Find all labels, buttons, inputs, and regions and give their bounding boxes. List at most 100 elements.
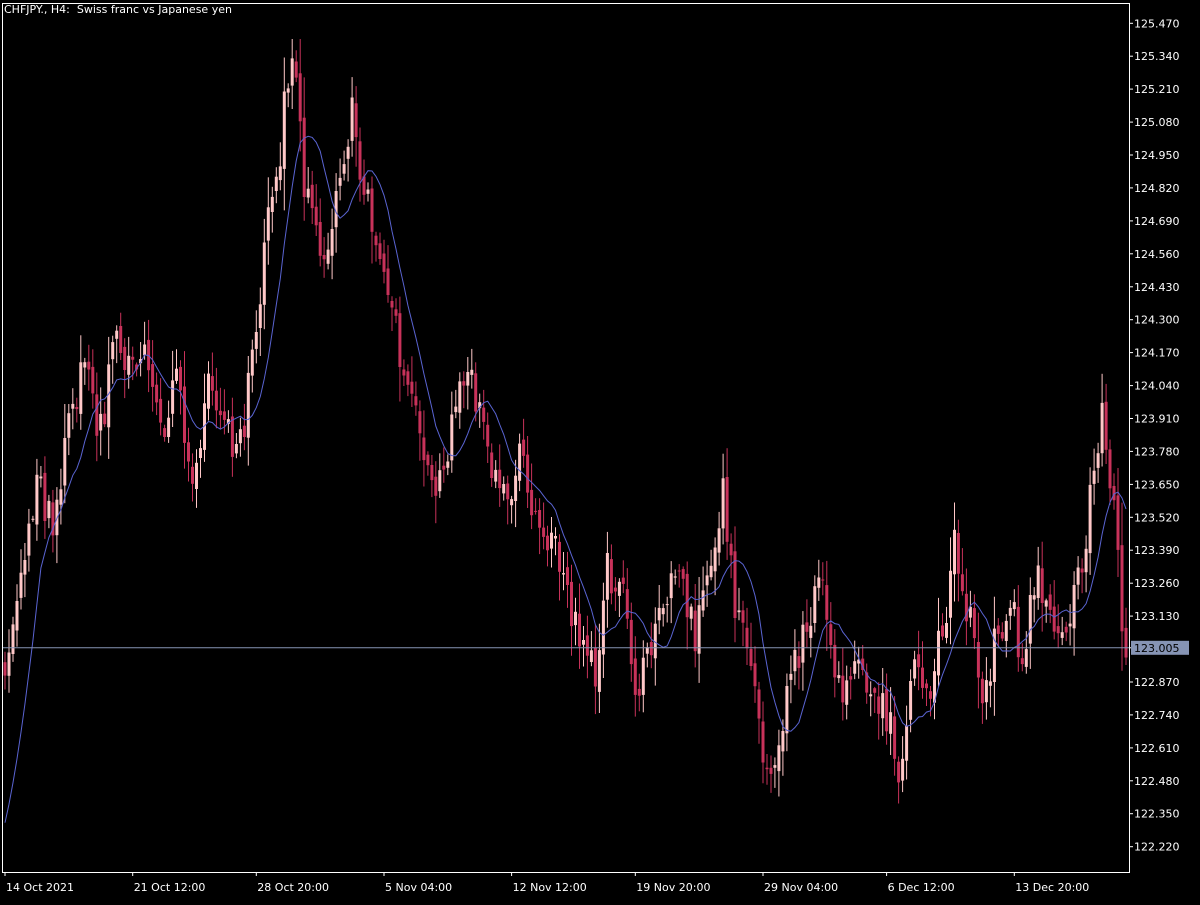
- candle[interactable]: [127, 336, 131, 389]
- candle[interactable]: [949, 537, 952, 645]
- candle[interactable]: [976, 612, 980, 709]
- candle[interactable]: [402, 359, 406, 386]
- candle[interactable]: [282, 57, 286, 211]
- candle[interactable]: [1116, 468, 1120, 577]
- candle[interactable]: [187, 427, 190, 482]
- candle[interactable]: [845, 665, 849, 720]
- candle[interactable]: [75, 397, 79, 423]
- candle[interactable]: [266, 177, 270, 265]
- candle[interactable]: [370, 176, 374, 264]
- candle[interactable]: [964, 568, 968, 646]
- candle[interactable]: [921, 641, 924, 699]
- candle[interactable]: [63, 404, 67, 504]
- candle[interactable]: [490, 443, 494, 487]
- candle[interactable]: [1056, 604, 1060, 649]
- candle[interactable]: [960, 548, 964, 596]
- candle[interactable]: [869, 681, 873, 717]
- candle[interactable]: [645, 642, 649, 668]
- candle[interactable]: [15, 584, 19, 647]
- candle[interactable]: [502, 476, 506, 501]
- candle[interactable]: [789, 655, 793, 704]
- candle[interactable]: [462, 371, 466, 409]
- candle[interactable]: [849, 667, 853, 700]
- candle[interactable]: [554, 527, 557, 556]
- candle[interactable]: [298, 39, 302, 152]
- candle[interactable]: [697, 577, 701, 683]
- candle[interactable]: [1052, 580, 1056, 640]
- candle[interactable]: [1008, 600, 1012, 630]
- candle[interactable]: [314, 184, 318, 236]
- candle[interactable]: [773, 757, 777, 788]
- candle[interactable]: [1096, 442, 1100, 483]
- candle[interactable]: [71, 388, 75, 430]
- candle[interactable]: [115, 325, 119, 364]
- candle[interactable]: [274, 167, 278, 204]
- candle[interactable]: [988, 668, 992, 708]
- candle[interactable]: [422, 410, 426, 487]
- candle[interactable]: [167, 400, 171, 443]
- candle[interactable]: [937, 597, 940, 687]
- candle[interactable]: [242, 403, 246, 451]
- candle[interactable]: [817, 559, 821, 601]
- candle[interactable]: [801, 611, 805, 691]
- candle[interactable]: [538, 498, 542, 555]
- candle[interactable]: [641, 640, 645, 713]
- candle[interactable]: [11, 616, 15, 662]
- candle[interactable]: [570, 564, 573, 656]
- candle[interactable]: [139, 342, 143, 377]
- candle[interactable]: [593, 624, 597, 715]
- candle[interactable]: [378, 232, 382, 265]
- candle[interactable]: [234, 433, 238, 459]
- candle[interactable]: [175, 349, 178, 384]
- candle[interactable]: [306, 167, 310, 204]
- candle[interactable]: [992, 596, 996, 716]
- candle[interactable]: [522, 418, 526, 468]
- candle[interactable]: [841, 647, 845, 721]
- candle[interactable]: [87, 344, 91, 391]
- candle[interactable]: [238, 417, 242, 457]
- candle[interactable]: [294, 50, 298, 83]
- candle[interactable]: [669, 561, 673, 624]
- candle[interactable]: [183, 351, 186, 469]
- candle[interactable]: [143, 321, 147, 360]
- candle[interactable]: [55, 487, 59, 564]
- candle[interactable]: [905, 705, 909, 780]
- candle[interactable]: [270, 186, 274, 233]
- candle[interactable]: [996, 618, 1000, 647]
- candle[interactable]: [1048, 584, 1052, 624]
- candle[interactable]: [953, 502, 956, 602]
- candle[interactable]: [458, 372, 462, 429]
- candle[interactable]: [893, 696, 897, 776]
- price-chart[interactable]: 125.470 125.340 125.210 125.080 124.950 124.8…: [0, 0, 1200, 900]
- candle[interactable]: [19, 549, 23, 610]
- candle[interactable]: [426, 451, 430, 476]
- candle[interactable]: [195, 449, 198, 508]
- candle[interactable]: [885, 673, 889, 745]
- candle[interactable]: [621, 560, 625, 594]
- candle[interactable]: [1016, 585, 1020, 672]
- candle[interactable]: [737, 587, 741, 621]
- candle[interactable]: [765, 754, 769, 785]
- candle[interactable]: [585, 615, 589, 679]
- candle[interactable]: [1040, 541, 1044, 632]
- candle[interactable]: [207, 361, 210, 421]
- candle[interactable]: [821, 562, 825, 596]
- candle[interactable]: [155, 372, 159, 416]
- candle[interactable]: [605, 531, 609, 628]
- candle[interactable]: [661, 603, 665, 627]
- candle[interactable]: [1068, 604, 1072, 646]
- candle[interactable]: [813, 575, 817, 633]
- candle[interactable]: [530, 463, 534, 530]
- candle[interactable]: [793, 629, 797, 686]
- candle[interactable]: [673, 569, 677, 585]
- candle[interactable]: [857, 646, 861, 679]
- candle[interactable]: [434, 461, 438, 524]
- candle[interactable]: [534, 498, 538, 515]
- candle[interactable]: [262, 218, 266, 330]
- candle[interactable]: [67, 404, 71, 456]
- candle[interactable]: [705, 560, 709, 607]
- candle[interactable]: [1028, 577, 1032, 669]
- candle[interactable]: [677, 564, 681, 588]
- candle[interactable]: [3, 651, 7, 690]
- candle[interactable]: [310, 170, 314, 224]
